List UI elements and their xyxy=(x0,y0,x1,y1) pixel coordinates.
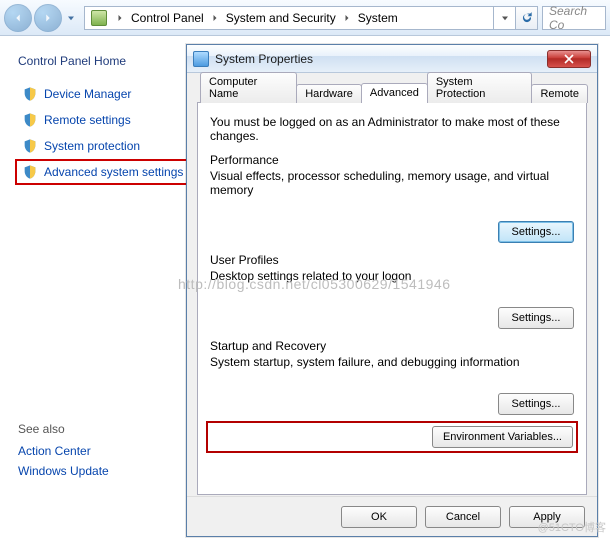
shield-icon xyxy=(22,164,38,180)
performance-title: Performance xyxy=(210,153,574,167)
address-bar[interactable]: Control Panel System and Security System xyxy=(84,6,494,30)
dialog-footer: OK Cancel Apply xyxy=(187,496,597,536)
control-panel-home-link[interactable]: Control Panel Home xyxy=(18,54,200,68)
control-panel-icon xyxy=(91,10,107,26)
performance-settings-button[interactable]: Settings... xyxy=(498,221,574,243)
system-properties-dialog: System Properties Computer Name Hardware… xyxy=(186,44,598,537)
shield-icon xyxy=(22,138,38,154)
user-profiles-group: User Profiles Desktop settings related t… xyxy=(210,253,574,329)
ok-button[interactable]: OK xyxy=(341,506,417,528)
link-action-center[interactable]: Action Center xyxy=(18,444,200,458)
nav-history-dropdown[interactable] xyxy=(64,4,78,32)
breadcrumb-system-and-security[interactable]: System and Security xyxy=(222,7,340,29)
tab-advanced[interactable]: Advanced xyxy=(361,83,428,103)
shield-icon xyxy=(22,86,38,102)
see-also-header: See also xyxy=(18,422,200,436)
tab-hardware[interactable]: Hardware xyxy=(296,84,362,103)
task-system-protection[interactable]: System protection xyxy=(18,136,200,156)
task-label: Remote settings xyxy=(44,113,131,127)
task-advanced-system-settings[interactable]: Advanced system settings xyxy=(18,162,200,182)
nav-forward-button[interactable] xyxy=(34,4,62,32)
environment-variables-button[interactable]: Environment Variables... xyxy=(432,426,573,448)
admin-intro-text: You must be logged on as an Administrato… xyxy=(210,115,574,143)
advanced-tab-panel: You must be logged on as an Administrato… xyxy=(197,103,587,495)
user-profiles-desc: Desktop settings related to your logon xyxy=(210,269,574,283)
search-input[interactable]: Search Co xyxy=(542,6,606,30)
left-pane: Control Panel Home Device Manager Remote… xyxy=(0,36,210,539)
task-remote-settings[interactable]: Remote settings xyxy=(18,110,200,130)
close-button[interactable] xyxy=(547,50,591,68)
breadcrumb-root-icon[interactable] xyxy=(87,7,113,29)
task-label: Advanced system settings xyxy=(44,165,183,179)
task-label: System protection xyxy=(44,139,140,153)
user-profiles-settings-button[interactable]: Settings... xyxy=(498,307,574,329)
dialog-titlebar[interactable]: System Properties xyxy=(187,45,597,73)
task-label: Device Manager xyxy=(44,87,131,101)
startup-recovery-group: Startup and Recovery System startup, sys… xyxy=(210,339,574,415)
system-icon xyxy=(193,51,209,67)
task-device-manager[interactable]: Device Manager xyxy=(18,84,200,104)
apply-button[interactable]: Apply xyxy=(509,506,585,528)
startup-settings-button[interactable]: Settings... xyxy=(498,393,574,415)
cancel-button[interactable]: Cancel xyxy=(425,506,501,528)
breadcrumb-system[interactable]: System xyxy=(354,7,402,29)
link-windows-update[interactable]: Windows Update xyxy=(18,464,200,478)
tab-system-protection[interactable]: System Protection xyxy=(427,72,533,103)
address-history-dropdown[interactable] xyxy=(494,6,516,30)
dialog-title: System Properties xyxy=(215,52,547,66)
tab-remote[interactable]: Remote xyxy=(531,84,588,103)
tab-strip: Computer Name Hardware Advanced System P… xyxy=(197,81,587,103)
performance-group: Performance Visual effects, processor sc… xyxy=(210,153,574,243)
user-profiles-title: User Profiles xyxy=(210,253,574,267)
breadcrumb-chevron-1[interactable] xyxy=(208,7,222,29)
nav-back-button[interactable] xyxy=(4,4,32,32)
breadcrumb-root-chevron[interactable] xyxy=(113,7,127,29)
startup-desc: System startup, system failure, and debu… xyxy=(210,355,574,369)
tab-computer-name[interactable]: Computer Name xyxy=(200,72,297,103)
explorer-toolbar: Control Panel System and Security System… xyxy=(0,0,610,36)
performance-desc: Visual effects, processor scheduling, me… xyxy=(210,169,574,197)
breadcrumb-chevron-2[interactable] xyxy=(340,7,354,29)
breadcrumb-control-panel[interactable]: Control Panel xyxy=(127,7,208,29)
refresh-button[interactable] xyxy=(516,6,538,30)
shield-icon xyxy=(22,112,38,128)
startup-title: Startup and Recovery xyxy=(210,339,574,353)
